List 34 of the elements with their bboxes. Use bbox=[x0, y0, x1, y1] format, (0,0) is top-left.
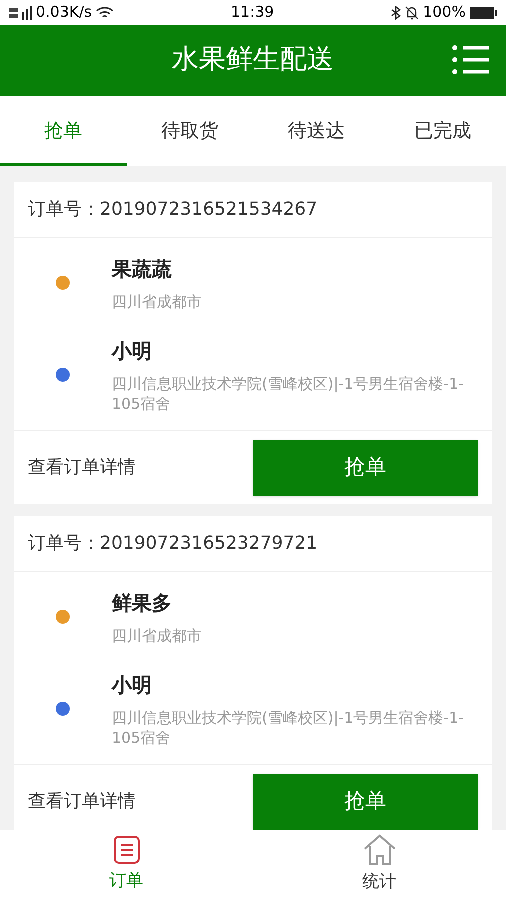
order-details-link[interactable]: 查看订单详情 bbox=[28, 454, 136, 481]
order-number-label: 订单号： bbox=[28, 198, 100, 222]
grab-order-button[interactable]: 抢单 bbox=[253, 774, 478, 830]
nav-item[interactable]: 订单 bbox=[0, 830, 253, 900]
network-speed: 0.03K/s bbox=[36, 2, 92, 24]
address: 四川省成都市 bbox=[112, 626, 202, 646]
battery-icon bbox=[470, 6, 498, 20]
app-title: 水果鲜生配送 bbox=[172, 43, 334, 78]
tab[interactable]: 待取货 bbox=[126, 96, 253, 166]
battery-level: 100% bbox=[423, 2, 466, 24]
address: 四川省成都市 bbox=[112, 292, 202, 312]
menu-icon[interactable] bbox=[452, 45, 490, 75]
bell-off-icon bbox=[405, 6, 420, 20]
tab[interactable]: 抢单 bbox=[0, 96, 126, 166]
order-number-label: 订单号： bbox=[28, 532, 100, 556]
order-number: 2019072316523279721 bbox=[100, 532, 318, 556]
address: 四川信息职业技术学院(雪峰校区)|-1号男生宿舍楼-1-105宿舍 bbox=[112, 708, 466, 748]
clock-time: 11:39 bbox=[230, 2, 274, 24]
grab-order-button[interactable]: 抢单 bbox=[253, 440, 478, 496]
list-icon bbox=[112, 835, 140, 866]
contact-name: 鲜果多 bbox=[112, 590, 173, 617]
contact-name: 果蔬蔬 bbox=[112, 256, 173, 283]
bluetooth-icon bbox=[391, 6, 402, 20]
nav-item[interactable]: 统计 bbox=[253, 830, 506, 900]
tab[interactable]: 已完成 bbox=[380, 96, 506, 166]
order-details-link[interactable]: 查看订单详情 bbox=[28, 788, 136, 815]
signal-icon bbox=[8, 6, 32, 20]
contact-name: 小明 bbox=[112, 338, 153, 365]
tab[interactable]: 待送达 bbox=[253, 96, 380, 166]
wifi-icon bbox=[96, 6, 114, 20]
contact-name: 小明 bbox=[112, 672, 153, 699]
home-icon bbox=[362, 834, 398, 866]
order-number: 2019072316521534267 bbox=[100, 198, 318, 222]
address: 四川信息职业技术学院(雪峰校区)|-1号男生宿舍楼-1-105宿舍 bbox=[112, 374, 466, 414]
